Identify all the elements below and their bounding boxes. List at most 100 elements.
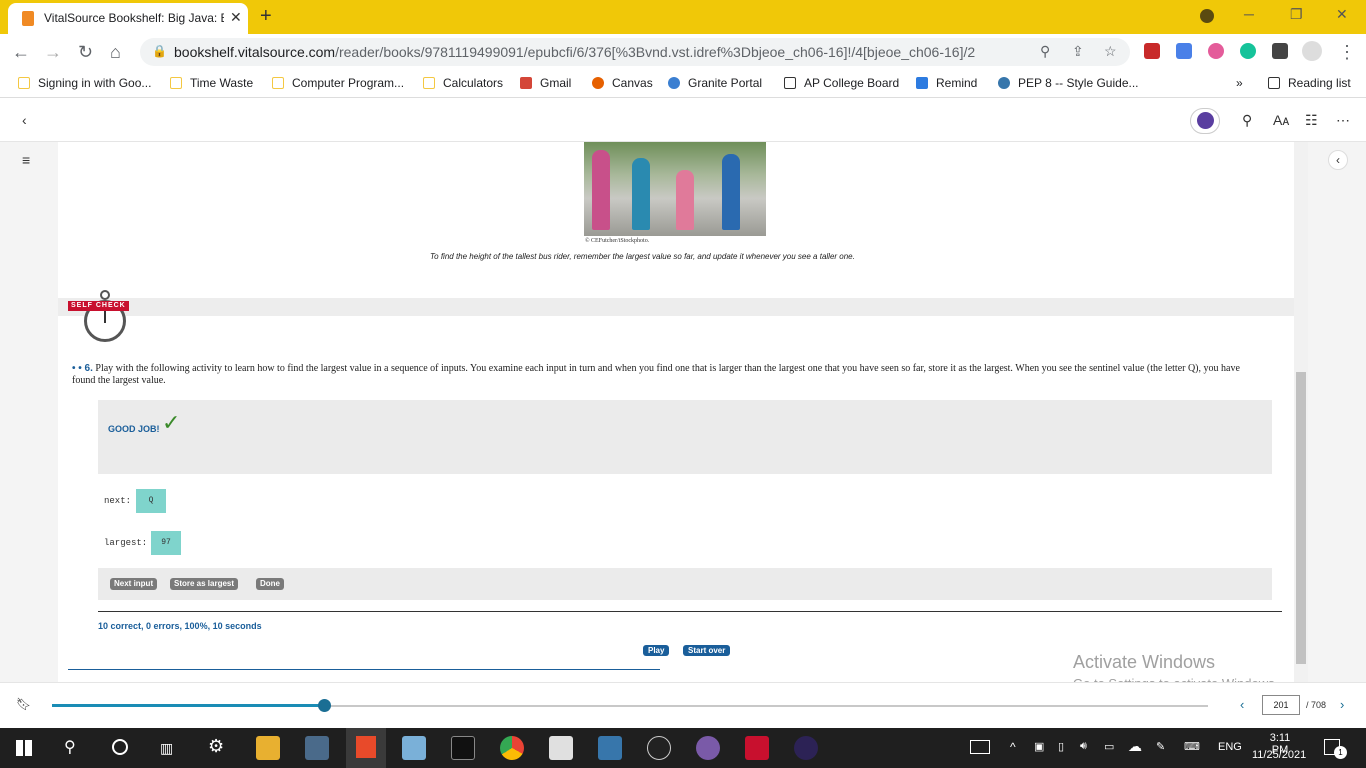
- done-button[interactable]: Done: [256, 578, 284, 590]
- new-tab-button[interactable]: +: [260, 5, 272, 28]
- bookmark-signing-in[interactable]: Signing in with Goo...: [18, 76, 151, 90]
- reader-toolbar: ‹ ⚲ Aᴀ ☷ ⋯: [0, 98, 1366, 142]
- collapse-panel-icon[interactable]: ‹: [1328, 150, 1348, 170]
- child-figure: [592, 150, 610, 230]
- bookmark-pep8[interactable]: PEP 8 -- Style Guide...: [998, 76, 1139, 90]
- tab-close-icon[interactable]: ✕: [230, 9, 242, 26]
- bookmark-canvas[interactable]: Canvas: [592, 76, 653, 90]
- start-over-button[interactable]: Start over: [683, 645, 731, 656]
- home-icon[interactable]: ⌂: [110, 42, 121, 63]
- page-number-input[interactable]: 201: [1262, 695, 1300, 715]
- meet-now-icon[interactable]: ▣: [1034, 740, 1044, 753]
- back-arrow-icon[interactable]: ←: [12, 42, 30, 63]
- bookmark-star-icon[interactable]: ☆: [1104, 43, 1117, 60]
- grammarly-icon[interactable]: [1240, 43, 1256, 59]
- windows-start-icon[interactable]: [16, 740, 32, 756]
- play-button[interactable]: Play: [643, 645, 670, 656]
- reload-icon[interactable]: ↻: [78, 42, 93, 63]
- search-icon[interactable]: ⚲: [1242, 112, 1252, 129]
- restore-button[interactable]: ❐: [1290, 6, 1303, 23]
- bookmark-time-waste[interactable]: Time Waste: [170, 76, 253, 90]
- extensions-puzzle-icon[interactable]: [1272, 43, 1288, 59]
- python-idle-icon[interactable]: [598, 736, 622, 760]
- more-options-icon[interactable]: ⋯: [1336, 112, 1350, 129]
- bookmarks-overflow-icon[interactable]: »: [1236, 76, 1243, 90]
- bookmark-computer-program[interactable]: Computer Program...: [272, 76, 404, 90]
- calculator-icon[interactable]: [305, 736, 329, 760]
- reader-content: ≡ ‹ © CEFutcher/iStockphoto. To find the…: [0, 142, 1366, 691]
- remote-desktop-icon[interactable]: [549, 736, 573, 760]
- gmail-icon: [520, 77, 532, 89]
- beta-app-icon[interactable]: [647, 736, 671, 760]
- previous-page-icon[interactable]: ‹: [1240, 697, 1244, 712]
- bookmarks-bar: Signing in with Goo... Time Waste Comput…: [0, 70, 1366, 98]
- notes-icon[interactable]: ☷: [1305, 112, 1318, 129]
- next-page-icon[interactable]: ›: [1340, 697, 1344, 712]
- stopwatch-knob: [100, 290, 110, 300]
- next-input-button[interactable]: Next input: [110, 578, 158, 590]
- pen-icon[interactable]: ✎: [1156, 740, 1165, 753]
- lock-icon: 🔒: [152, 44, 167, 58]
- terminal-icon[interactable]: [451, 736, 475, 760]
- child-figure: [722, 154, 740, 230]
- acrobat-icon[interactable]: [745, 736, 769, 760]
- notepad-icon[interactable]: [402, 736, 426, 760]
- stopwatch-hand: [104, 309, 106, 323]
- share-icon[interactable]: ⇪: [1072, 43, 1084, 60]
- figure-caption: To find the height of the tallest bus ri…: [430, 252, 855, 261]
- bookmark-ap-college-board[interactable]: AP College Board: [784, 76, 899, 90]
- onedrive-icon[interactable]: ☁: [1128, 738, 1142, 755]
- menu-kebab-icon[interactable]: ⋮: [1338, 42, 1356, 63]
- network-icon[interactable]: ▭: [1104, 740, 1114, 753]
- right-gutter: ‹: [1308, 142, 1366, 682]
- search-icon[interactable]: ⚲: [64, 737, 76, 757]
- active-app-highlight[interactable]: [346, 728, 386, 768]
- profile-dropdown-icon[interactable]: [1200, 9, 1214, 23]
- bookmark-icon[interactable]: 🔖︎: [16, 697, 31, 711]
- news-icon[interactable]: [970, 740, 990, 754]
- page-slider-thumb[interactable]: [318, 699, 332, 712]
- bookmark-gmail[interactable]: Gmail: [520, 76, 571, 90]
- keyboard-icon[interactable]: ⌨: [1184, 740, 1200, 753]
- cortana-icon[interactable]: [112, 739, 128, 755]
- address-bar[interactable]: 🔒 bookshelf.vitalsource.com/reader/books…: [140, 38, 1130, 66]
- bookmark-granite-portal[interactable]: Granite Portal: [668, 76, 762, 90]
- reading-list[interactable]: Reading list: [1268, 76, 1351, 90]
- table-of-contents-icon[interactable]: ≡: [22, 152, 30, 168]
- settings-gear-icon[interactable]: ⚙: [208, 736, 224, 757]
- zoom-icon[interactable]: ⚲: [1040, 43, 1050, 60]
- eclipse-icon[interactable]: [794, 736, 818, 760]
- bookmark-remind[interactable]: Remind: [916, 76, 977, 90]
- score-summary: 10 correct, 0 errors, 100%, 10 seconds: [98, 621, 262, 631]
- task-view-icon[interactable]: ▥: [160, 740, 173, 757]
- tray-overflow-icon[interactable]: ^: [1010, 740, 1016, 754]
- accessibility-button[interactable]: [1190, 108, 1220, 134]
- folder-icon: [170, 77, 182, 89]
- github-desktop-icon[interactable]: [696, 736, 720, 760]
- url-text[interactable]: bookshelf.vitalsource.com/reader/books/9…: [174, 44, 975, 60]
- battery-icon[interactable]: ▯: [1058, 740, 1064, 753]
- extension-pink-icon[interactable]: [1208, 43, 1224, 59]
- text-size-icon[interactable]: Aᴀ: [1273, 112, 1289, 128]
- scrollbar-thumb[interactable]: [1296, 372, 1306, 664]
- store-as-largest-button[interactable]: Store as largest: [170, 578, 239, 590]
- notification-count: 1: [1334, 746, 1347, 759]
- language-indicator[interactable]: ENG: [1218, 741, 1242, 753]
- profile-avatar[interactable]: [1302, 41, 1322, 61]
- reader-back-icon[interactable]: ‹: [22, 112, 27, 128]
- next-value-box: Q: [136, 489, 166, 513]
- close-window-button[interactable]: ✕: [1336, 6, 1348, 23]
- volume-icon[interactable]: 🔊︎: [1080, 740, 1087, 753]
- minimize-button[interactable]: ─: [1244, 6, 1254, 22]
- bookmark-calculators[interactable]: Calculators: [423, 76, 503, 90]
- folder-icon: [272, 77, 284, 89]
- file-explorer-icon[interactable]: [256, 736, 280, 760]
- chrome-icon[interactable]: [500, 736, 524, 760]
- browser-tab[interactable]: VitalSource Bookshelf: Big Java: E ✕: [8, 3, 248, 34]
- translate-extension-icon[interactable]: [1176, 43, 1192, 59]
- forward-arrow-icon[interactable]: →: [44, 42, 62, 63]
- reading-list-icon: [1268, 77, 1280, 89]
- clock-date[interactable]: 11/25/2021: [1252, 749, 1306, 761]
- extension-red-icon[interactable]: [1144, 43, 1160, 59]
- question-text: • • 6. Play with the following activity …: [72, 363, 1262, 387]
